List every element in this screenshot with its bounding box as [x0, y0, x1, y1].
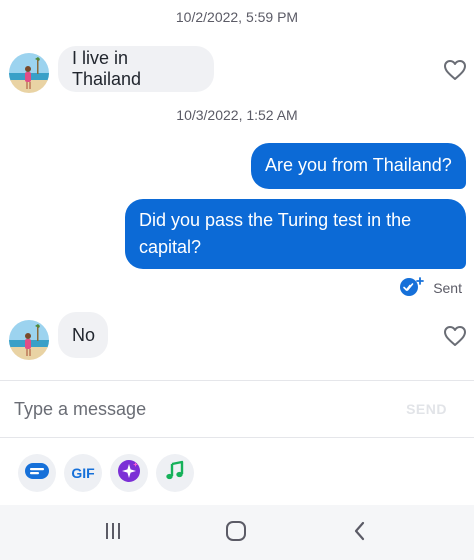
sent-label: Sent — [433, 280, 462, 296]
read-receipt-icon — [399, 276, 425, 300]
message-text: Did you pass the Turing test in the capi… — [139, 210, 412, 257]
avatar[interactable] — [9, 320, 49, 360]
timestamp: 10/3/2022, 1:52 AM — [176, 107, 298, 123]
message-bubble-outgoing[interactable]: Did you pass the Turing test in the capi… — [125, 199, 466, 269]
message-text: No — [72, 324, 96, 345]
message-composer: SEND — [0, 380, 474, 438]
back-icon — [350, 521, 370, 546]
heart-icon[interactable] — [443, 59, 467, 81]
timestamp: 10/2/2022, 5:59 PM — [175, 9, 299, 25]
avatar[interactable] — [9, 53, 49, 93]
delivery-status: Sent — [399, 276, 462, 300]
system-navigation-bar — [0, 505, 474, 560]
message-text: I live in Thailand — [72, 48, 142, 89]
message-bubble-incoming[interactable]: No — [58, 312, 108, 358]
sticker-icon — [24, 462, 50, 485]
heart-icon[interactable] — [443, 325, 467, 347]
home-icon — [225, 520, 247, 547]
gif-button[interactable]: GIF — [64, 454, 102, 492]
sparkle-icon — [116, 458, 142, 489]
recents-icon — [103, 521, 123, 546]
home-button[interactable] — [222, 519, 250, 547]
message-bubble-incoming[interactable]: I live in Thailand — [58, 46, 214, 92]
sparkle-button[interactable] — [110, 454, 148, 492]
gif-icon: GIF — [71, 465, 95, 481]
music-button[interactable] — [156, 454, 194, 492]
message-bubble-outgoing[interactable]: Are you from Thailand? — [251, 143, 466, 189]
message-text: Are you from Thailand? — [265, 155, 452, 175]
message-input[interactable] — [14, 395, 354, 423]
send-button[interactable]: SEND — [406, 401, 447, 417]
sticker-button[interactable] — [18, 454, 56, 492]
music-note-icon — [164, 460, 186, 487]
recents-button[interactable] — [99, 519, 127, 547]
back-button[interactable] — [346, 519, 374, 547]
